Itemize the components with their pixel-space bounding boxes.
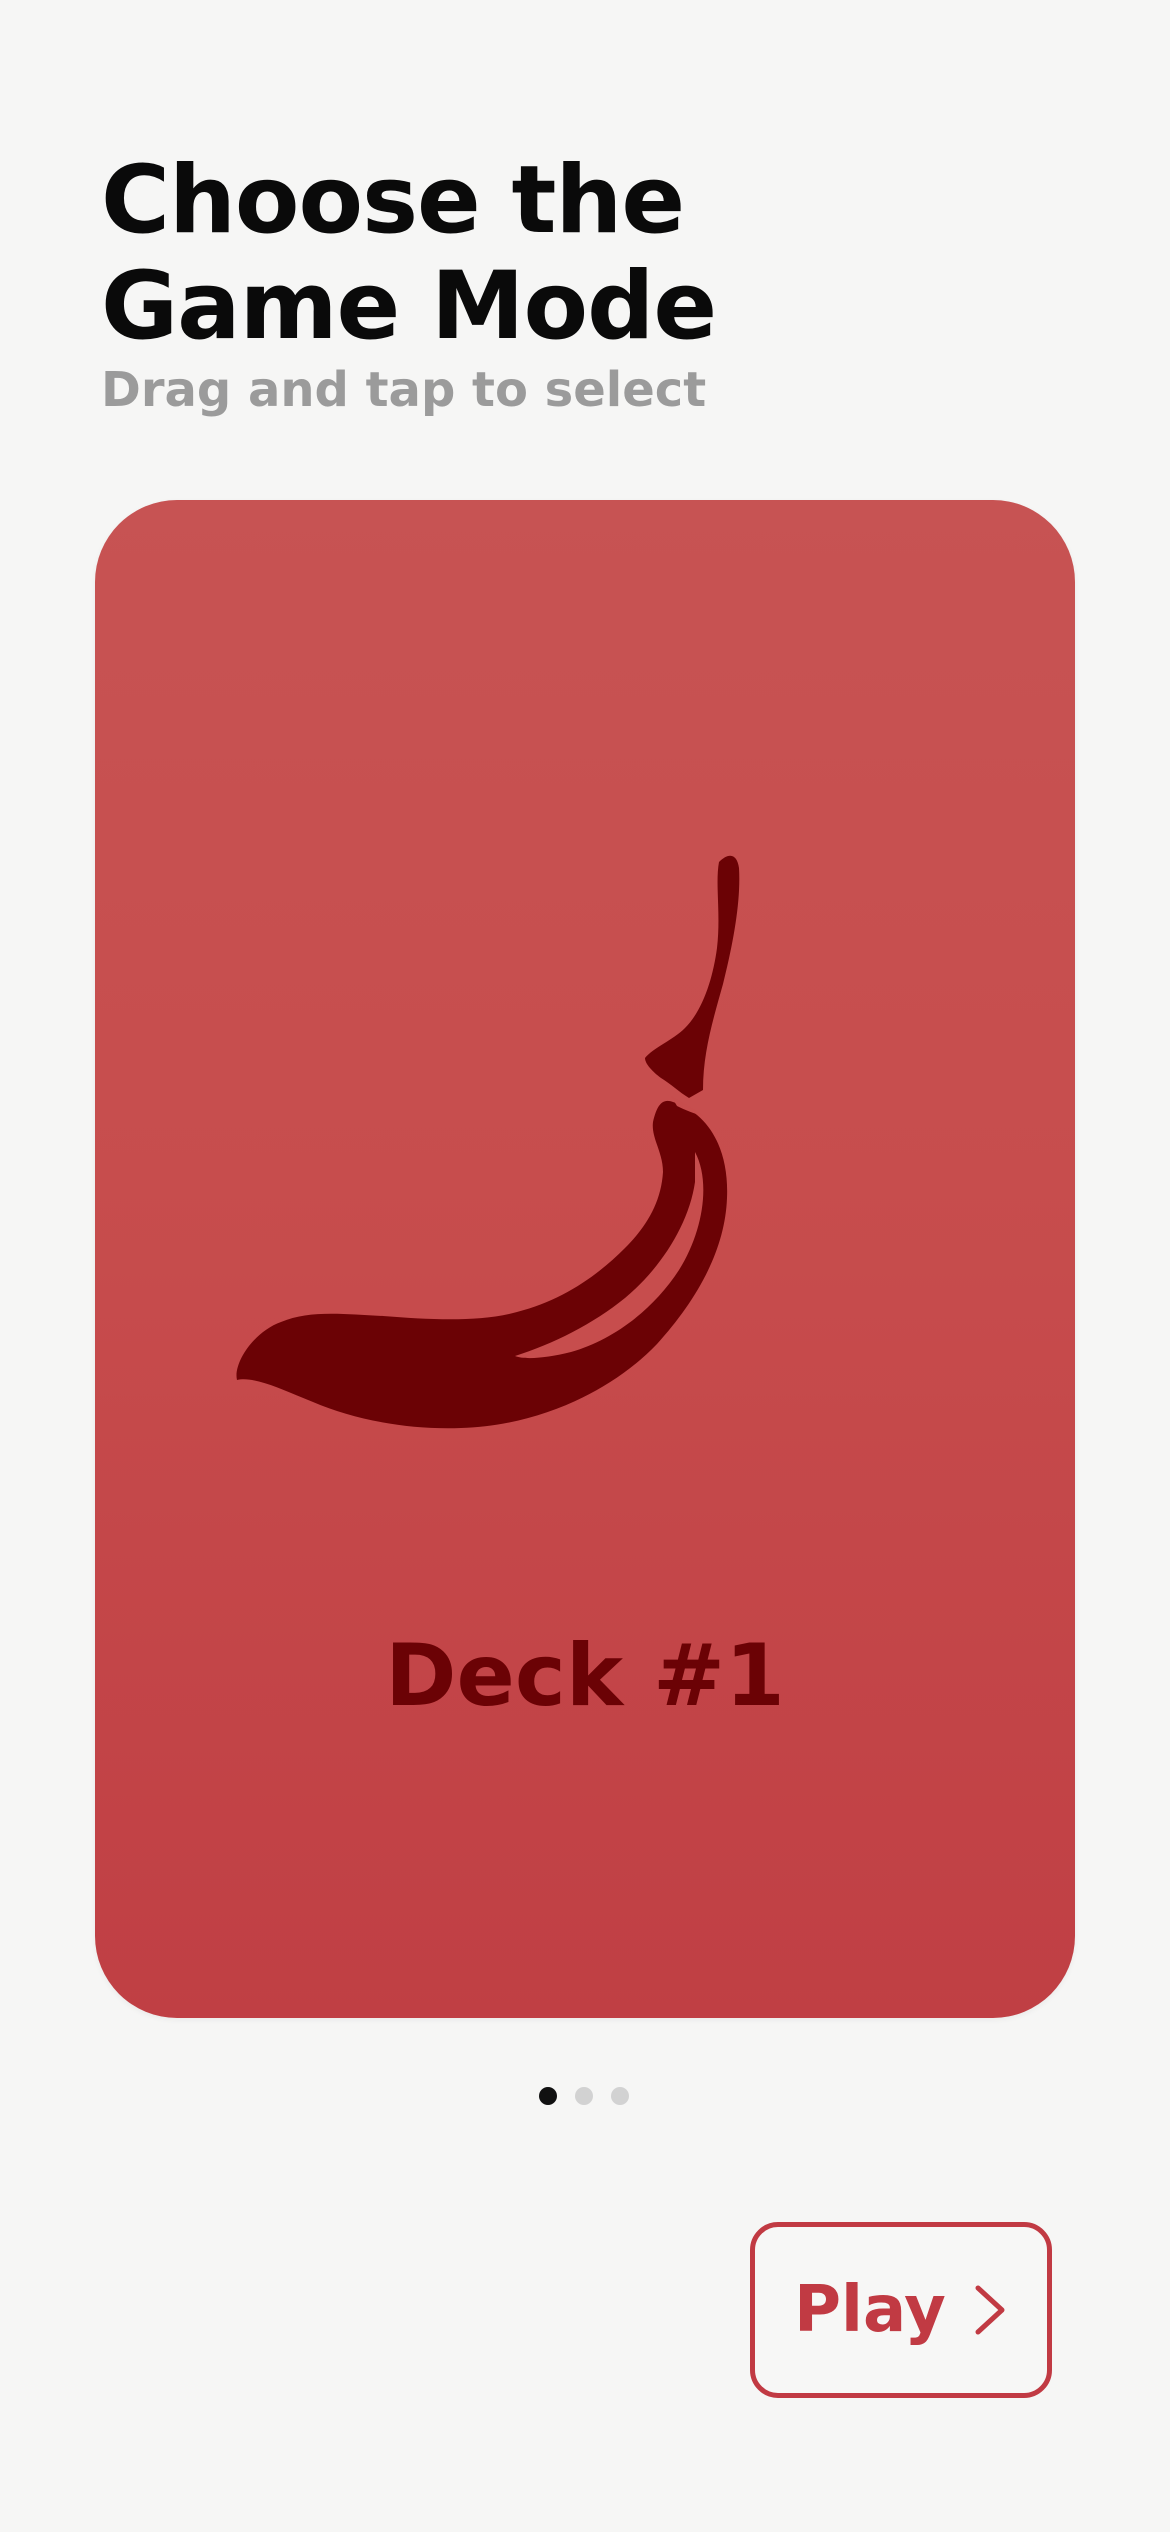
- page-indicator: [539, 2087, 629, 2109]
- deck-card[interactable]: Deck #1: [95, 500, 1075, 2018]
- title-line-2: Game Mode: [101, 252, 717, 361]
- chili-pepper-icon: [236, 855, 740, 1429]
- chevron-right-icon: [975, 2285, 1005, 2335]
- page-dot-3[interactable]: [611, 2087, 629, 2105]
- play-button[interactable]: Play: [750, 2222, 1052, 2398]
- page-subtitle: Drag and tap to select: [101, 362, 707, 418]
- page-dot-1[interactable]: [539, 2087, 557, 2105]
- page-title: Choose the Game Mode: [101, 148, 1001, 360]
- page-dot-2[interactable]: [575, 2087, 593, 2105]
- title-line-1: Choose the: [101, 146, 685, 255]
- deck-label: Deck #1: [385, 1626, 785, 1726]
- play-button-label: Play: [794, 2273, 946, 2347]
